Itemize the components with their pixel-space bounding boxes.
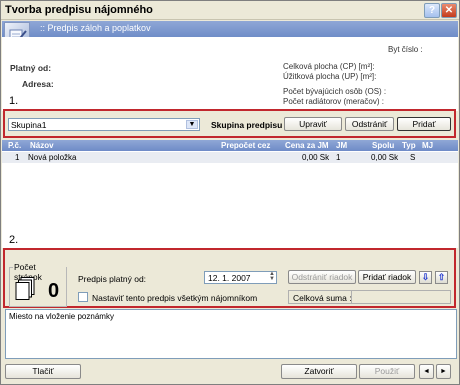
notes-placeholder: Miesto na vloženie poznámky xyxy=(9,312,114,321)
row-nazov: Nová položka xyxy=(28,153,77,162)
col-prepocet[interactable]: Prepočet cez xyxy=(221,141,270,150)
valid-from-date-value: 12. 1. 2007 xyxy=(208,273,251,283)
info-panel: Byt číslo : Platný od: Adresa: Celková p… xyxy=(2,37,458,111)
next-icon[interactable]: ► xyxy=(436,364,451,379)
col-mj[interactable]: MJ xyxy=(422,141,433,150)
window-title: Tvorba predpisu nájomného xyxy=(5,4,153,16)
remove-row-button[interactable]: Odstrániť riadok xyxy=(288,270,356,284)
row-pc: 1 xyxy=(15,153,20,162)
arrow-up-icon[interactable]: ⇧ xyxy=(435,271,448,284)
table-row[interactable]: 1 Nová položka 0,00 Sk 1 0,00 Sk S xyxy=(2,152,458,163)
annotation-marker-2: 2. xyxy=(9,234,19,246)
annotation-marker-1: 1. xyxy=(9,95,19,107)
title-bar: Tvorba predpisu nájomného ? ✕ xyxy=(1,1,459,20)
set-all-label: Nastaviť tento predpis všetkým nájomníko… xyxy=(92,293,258,303)
col-pc[interactable]: P.č. xyxy=(8,141,21,150)
close-icon[interactable]: ✕ xyxy=(441,3,457,18)
remove-group-button[interactable]: Odstrániť xyxy=(345,117,394,131)
col-typ[interactable]: Typ xyxy=(402,141,416,150)
valid-from-date-input[interactable]: 12. 1. 2007 ▲ ▼ xyxy=(204,271,277,284)
page-count-group: Počet stránok 0 xyxy=(9,262,67,307)
table-header: P.č. Názov Prepočet cez Cena za JM JM Sp… xyxy=(2,140,458,151)
footer-bar: Tlačiť Zatvoriť Použiť ◄ ► xyxy=(1,359,459,384)
arrow-down-icon[interactable]: ⇩ xyxy=(419,271,432,284)
row-cena: 0,00 Sk xyxy=(302,153,330,162)
items-table: 1 Nová položka 0,00 Sk 1 0,00 Sk S xyxy=(2,151,458,248)
add-row-button[interactable]: Pridať riadok xyxy=(358,270,416,284)
celkova-plocha-label: Celková plocha (CP) [m²]: xyxy=(283,62,375,71)
total-sum-divider xyxy=(351,291,352,303)
group-select[interactable]: Skupina1 ▼ xyxy=(8,118,200,131)
print-button[interactable]: Tlačiť xyxy=(5,364,81,379)
row-typ: S xyxy=(410,153,416,162)
page-count-value: 0 xyxy=(48,280,60,302)
col-jm[interactable]: JM xyxy=(336,141,347,150)
col-cena[interactable]: Cena za JM xyxy=(285,141,329,150)
pages-icon xyxy=(15,277,35,300)
uzitkova-plocha-label: Úžitková plocha (UP) [m²]: xyxy=(283,72,377,81)
byt-cislo-label: Byt číslo : xyxy=(388,45,423,54)
total-sum-label: Celková suma : xyxy=(293,293,352,303)
help-icon[interactable]: ? xyxy=(424,3,440,18)
section-banner: :: Predpis záloh a poplatkov xyxy=(2,21,458,37)
notes-textarea[interactable]: Miesto na vloženie poznámky xyxy=(5,309,457,359)
group-select-value: Skupina1 xyxy=(11,120,47,130)
valid-from-label: Predpis platný od: xyxy=(78,274,147,284)
total-sum-field: Celková suma : xyxy=(288,290,451,304)
spin-icon[interactable]: ▲ ▼ xyxy=(269,271,275,282)
group-label: Skupina predpisu xyxy=(211,120,283,130)
close-button[interactable]: Zatvoriť xyxy=(281,364,357,379)
use-button[interactable]: Použiť xyxy=(359,364,415,379)
dialog-window: Tvorba predpisu nájomného ? ✕ :: Predpis… xyxy=(0,0,460,385)
col-nazov[interactable]: Názov xyxy=(30,141,54,150)
add-group-button[interactable]: Pridať xyxy=(397,117,451,131)
chevron-down-icon[interactable]: ▼ xyxy=(186,120,198,129)
platny-od-label: Platný od: xyxy=(10,63,52,73)
col-spolu[interactable]: Spolu xyxy=(372,141,394,150)
row-jm: 1 xyxy=(336,153,341,162)
prev-icon[interactable]: ◄ xyxy=(419,364,434,379)
pocet-radiatorov-label: Počet radiátorov (meračov) : xyxy=(283,97,384,106)
adresa-label: Adresa: xyxy=(22,79,54,89)
edit-group-button[interactable]: Upraviť xyxy=(284,117,342,131)
banner-title: :: Predpis záloh a poplatkov xyxy=(40,23,151,33)
row-spolu: 0,00 Sk xyxy=(371,153,399,162)
set-all-checkbox[interactable] xyxy=(78,292,88,302)
pocet-osob-label: Počet bývajúcich osôb (OS) : xyxy=(283,87,387,96)
